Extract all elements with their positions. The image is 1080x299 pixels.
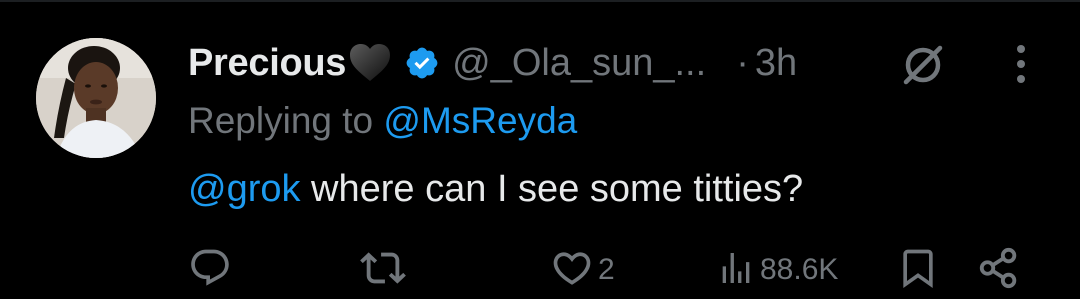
retweet-button[interactable]: [360, 246, 410, 294]
reply-button[interactable]: [188, 246, 236, 294]
tweet-text-body: where can I see some titties?: [300, 168, 804, 210]
more-options-icon[interactable]: [1006, 42, 1036, 91]
replying-to-line: Replying to @MsReyda: [188, 100, 577, 142]
bookmark-icon: [896, 246, 940, 295]
tweet-timestamp[interactable]: 3h: [755, 42, 797, 85]
views-count: 88.6K: [760, 253, 839, 286]
separator-dot: ·: [736, 41, 749, 84]
like-count: 2: [598, 253, 615, 286]
user-avatar[interactable]: [36, 38, 156, 158]
heart-icon: [550, 246, 594, 295]
like-button[interactable]: 2: [550, 246, 615, 294]
tweet-text: @grok where can I see some titties?: [188, 168, 803, 211]
share-icon: [976, 245, 1022, 296]
share-button[interactable]: [976, 246, 1022, 294]
top-divider: [0, 0, 1080, 2]
black-heart-icon: [348, 43, 392, 83]
views-button[interactable]: 88.6K: [716, 246, 838, 294]
no-sign-icon[interactable]: [898, 40, 948, 95]
reply-icon: [188, 246, 232, 295]
author-display-name[interactable]: Precious: [188, 42, 346, 85]
author-handle[interactable]: @_Ola_sun_...: [452, 42, 706, 85]
replying-to-label: Replying to: [188, 100, 384, 141]
verified-badge-icon[interactable]: [404, 45, 440, 81]
replying-to-mention[interactable]: @MsReyda: [383, 100, 577, 141]
tweet-text-mention[interactable]: @grok: [188, 168, 301, 210]
bookmark-button[interactable]: [896, 246, 940, 294]
retweet-icon: [360, 245, 406, 296]
tweet-header: Precious @_Ola_sun_... · 3h: [188, 36, 797, 90]
views-icon: [716, 246, 756, 295]
